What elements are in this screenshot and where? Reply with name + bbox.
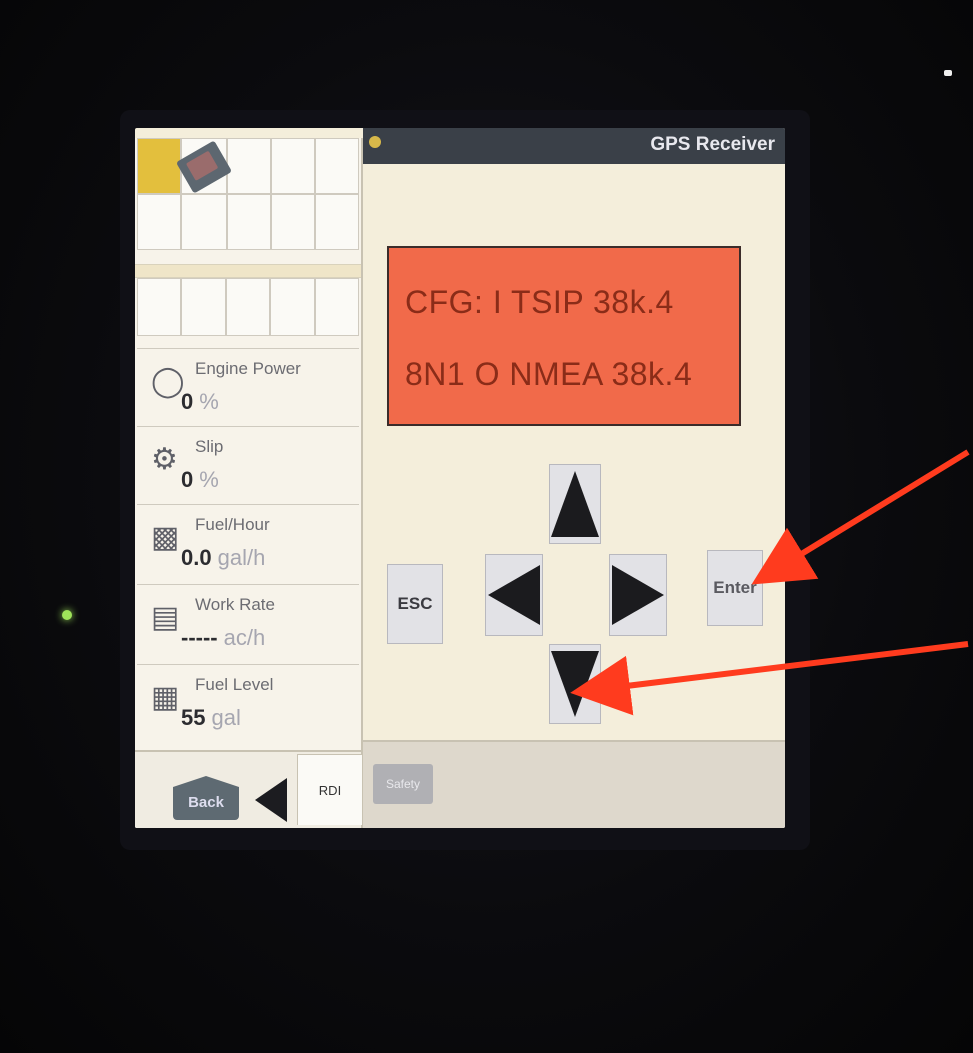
ambient-light	[944, 70, 952, 76]
meter-value: ----- ac/h	[181, 625, 266, 650]
meter-fuel-level: ▦ Fuel Level 55 gal	[137, 664, 359, 742]
tab-rdi[interactable]: RDI	[297, 754, 363, 825]
shortcut-tile-selected[interactable]	[137, 138, 181, 194]
shortcut-tile[interactable]	[137, 278, 182, 336]
meter-value: 0%	[181, 467, 219, 492]
meter-unit: %	[199, 467, 219, 492]
meter-value: 0.0 gal/h	[181, 545, 266, 570]
meter-engine-power: ◯ Engine Power 0%	[137, 348, 359, 426]
shortcut-tile[interactable]	[137, 194, 181, 250]
meter-unit: gal/h	[217, 545, 266, 570]
shortcut-tile[interactable]	[271, 194, 315, 250]
page-title: GPS Receiver	[650, 134, 775, 155]
left-button[interactable]	[485, 554, 543, 636]
down-button[interactable]	[549, 644, 601, 724]
engine-icon: ◯	[151, 365, 185, 398]
meter-unit: ac/h	[223, 625, 266, 650]
right-button[interactable]	[609, 554, 667, 636]
meter-work-rate: ▤ Work Rate ----- ac/h	[137, 584, 359, 662]
meter-label: Engine Power	[195, 359, 301, 378]
shortcut-tile[interactable]	[181, 278, 226, 336]
meter-value: 55 gal	[181, 705, 241, 730]
shortcut-tile[interactable]	[181, 194, 227, 250]
shortcut-tile[interactable]	[225, 278, 271, 336]
meter-fuel-hour: ▩ Fuel/Hour 0.0 gal/h	[137, 504, 359, 582]
shortcut-grid-bottom	[137, 278, 359, 336]
receiver-lcd-display: CFG: I TSIP 38k.4 8N1 O NMEA 38k.4	[387, 246, 741, 426]
shortcut-tile[interactable]	[227, 138, 271, 194]
tractor-icon: ⚙	[151, 443, 178, 476]
shortcut-tile[interactable]	[315, 194, 359, 250]
shortcut-tile[interactable]	[271, 138, 315, 194]
back-arrow-icon[interactable]	[255, 778, 287, 822]
arrow-right-icon	[612, 565, 664, 625]
key-icon	[369, 136, 381, 148]
power-led	[62, 610, 72, 620]
shortcut-grid-top	[137, 138, 359, 250]
meter-label: Slip	[195, 437, 224, 456]
lcd-line-2: 8N1 O NMEA 38k.4	[405, 356, 693, 392]
safety-button[interactable]: Safety	[373, 764, 433, 804]
enter-button[interactable]: Enter	[707, 550, 763, 626]
fuel-tank-icon: ▦	[151, 681, 180, 714]
meter-value: 0%	[181, 389, 219, 414]
shortcut-tile[interactable]	[315, 138, 359, 194]
esc-button[interactable]: ESC	[387, 564, 443, 644]
work-rate-icon: ▤	[151, 601, 180, 634]
lcd-line-1: CFG: I TSIP 38k.4	[405, 284, 674, 320]
meter-label: Fuel/Hour	[195, 515, 270, 534]
meter-unit: %	[199, 389, 219, 414]
up-button[interactable]	[549, 464, 601, 544]
manual-book-icon	[175, 140, 233, 194]
meter-slip: ⚙ Slip 0%	[137, 426, 359, 504]
meter-label: Work Rate	[195, 595, 275, 614]
meter-label: Fuel Level	[195, 675, 274, 694]
shortcut-tile[interactable]	[314, 278, 359, 336]
arrow-down-icon	[551, 651, 599, 717]
arrow-left-icon	[488, 565, 540, 625]
shortcut-tile[interactable]	[227, 194, 271, 250]
display-screen: ◯ Engine Power 0% ⚙ Slip 0% ▩ Fuel/Hour …	[135, 128, 785, 828]
fuel-pump-icon: ▩	[151, 521, 180, 554]
arrow-up-icon	[551, 471, 599, 537]
title-bar: GPS Receiver	[363, 128, 785, 164]
meter-unit: gal	[211, 705, 241, 730]
left-panel: ◯ Engine Power 0% ⚙ Slip 0% ▩ Fuel/Hour …	[135, 138, 363, 828]
shortcut-tile[interactable]	[270, 278, 315, 336]
shortcut-tile-manual[interactable]	[175, 138, 233, 194]
grid-separator	[135, 264, 361, 278]
